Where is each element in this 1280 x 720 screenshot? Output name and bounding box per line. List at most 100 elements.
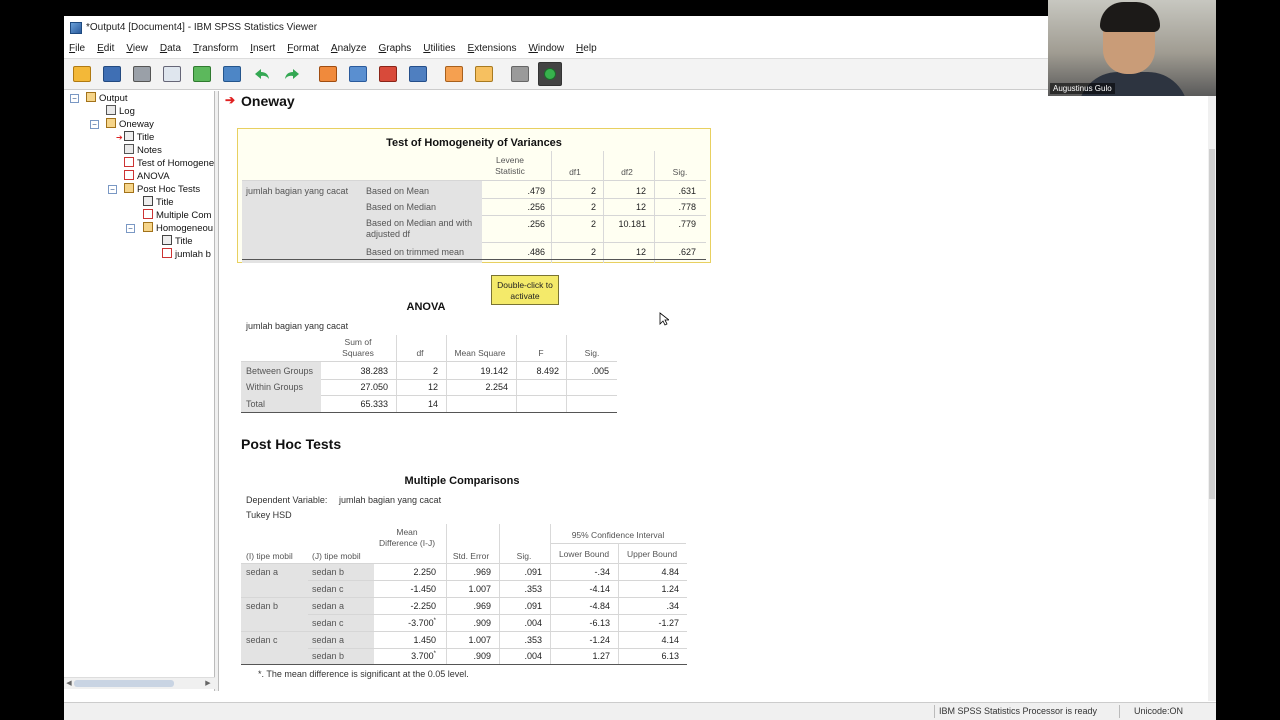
- tree-node-posthoc[interactable]: Post Hoc Tests: [124, 183, 200, 196]
- tree-node-jumlah[interactable]: jumlah b: [162, 248, 214, 261]
- tree-node-anova[interactable]: ANOVA: [124, 170, 170, 183]
- processor-status: IBM SPSS Statistics Processor is ready: [939, 706, 1098, 716]
- book-icon: [106, 118, 116, 128]
- scroll-left-icon[interactable]: ◀: [65, 679, 73, 688]
- designate-window-icon[interactable]: [442, 62, 466, 86]
- mc-row-j: sedan b: [312, 651, 345, 661]
- mc-cell: 2.250: [413, 567, 436, 577]
- mc-cell: -3.700*: [408, 618, 436, 628]
- anova-row-label: Total: [246, 399, 266, 409]
- scroll-thumb[interactable]: [1209, 149, 1215, 499]
- menu-data[interactable]: Data: [160, 43, 181, 54]
- menu-transform[interactable]: Transform: [193, 43, 238, 54]
- tree-node-log[interactable]: Log: [106, 105, 135, 118]
- mc-cell: .909: [473, 618, 491, 628]
- mc-cell: .969: [473, 601, 491, 611]
- mc-row-i: sedan b: [246, 601, 279, 611]
- undo-icon[interactable]: [250, 62, 274, 86]
- double-click-tooltip: Double-click to activate: [491, 275, 559, 305]
- table-icon: [124, 157, 134, 167]
- current-item-arrow-icon: ➔: [225, 93, 236, 107]
- mc-cell: -2.250: [410, 601, 436, 611]
- goto-case-icon[interactable]: [346, 62, 370, 86]
- levene-cell: .627: [678, 247, 696, 257]
- tree-node-oneway[interactable]: Oneway: [106, 118, 154, 131]
- menu-format[interactable]: Format: [287, 43, 319, 54]
- show-all-icon[interactable]: [508, 62, 532, 86]
- goto-data-icon[interactable]: [316, 62, 340, 86]
- anova-cell: 12: [427, 382, 438, 392]
- export-icon[interactable]: [190, 62, 214, 86]
- print-preview-icon[interactable]: [160, 62, 184, 86]
- mc-row-j: sedan c: [312, 618, 344, 628]
- table-icon: [124, 170, 134, 180]
- screen: *Output4 [Document4] - IBM SPSS Statisti…: [0, 0, 1280, 720]
- tree-node-title[interactable]: ➔ Title: [116, 131, 154, 144]
- window-title: *Output4 [Document4] - IBM SPSS Statisti…: [86, 22, 318, 33]
- notes-icon: [124, 144, 134, 154]
- save-icon[interactable]: [100, 62, 124, 86]
- collapse-toggle-output[interactable]: −: [70, 94, 79, 103]
- anova-row-label: Within Groups: [246, 382, 304, 392]
- mc-header-j: (J) tipe mobil: [312, 551, 361, 561]
- anova-cell: 27.050: [360, 382, 388, 392]
- menu-graphs[interactable]: Graphs: [378, 43, 411, 54]
- mc-cell: -1.27: [658, 618, 679, 628]
- tree-node-homogeneity[interactable]: Test of Homogene: [124, 157, 214, 170]
- menu-window[interactable]: Window: [528, 43, 564, 54]
- scroll-right-icon[interactable]: ▶: [204, 679, 212, 688]
- levene-cell: 12: [635, 202, 646, 212]
- mc-cell: .004: [524, 651, 542, 661]
- menu-edit[interactable]: Edit: [97, 43, 114, 54]
- menu-file[interactable]: File: [69, 43, 85, 54]
- mc-header-se: Std. Error: [452, 551, 490, 561]
- tree-node-output[interactable]: Output: [86, 92, 128, 105]
- scroll-thumb[interactable]: [74, 680, 174, 687]
- output-content-pane: ➔ Oneway Test of Homogeneity of Variance…: [220, 91, 1210, 701]
- pane-splitter[interactable]: [215, 91, 219, 691]
- menu-analyze[interactable]: Analyze: [331, 43, 367, 54]
- selected-arrow-icon: ➔: [116, 133, 123, 142]
- tree-node-title-3[interactable]: Title: [162, 235, 193, 248]
- levene-cell: 12: [635, 186, 646, 196]
- levene-row-label: Based on Median: [366, 202, 437, 212]
- mc-row-i: sedan c: [246, 635, 278, 645]
- variables-icon[interactable]: [406, 62, 430, 86]
- posthoc-heading: Post Hoc Tests: [241, 436, 342, 452]
- dependent-variable-label: Dependent Variable:: [246, 495, 328, 505]
- collapse-toggle-oneway[interactable]: −: [90, 120, 99, 129]
- mc-header-i: (I) tipe mobil: [246, 551, 293, 561]
- levene-cell: .631: [678, 186, 696, 196]
- print-icon[interactable]: [130, 62, 154, 86]
- levene-header-statistic: Levene Statistic: [495, 155, 525, 176]
- mc-header-sig: Sig.: [516, 551, 532, 561]
- menu-view[interactable]: View: [126, 43, 148, 54]
- goto-variable-icon[interactable]: [376, 62, 400, 86]
- collapse-toggle-homogeneous[interactable]: −: [126, 224, 135, 233]
- collapse-toggle-posthoc[interactable]: −: [108, 185, 117, 194]
- content-vertical-scrollbar[interactable]: [1208, 91, 1216, 701]
- tree-node-multiple-comparisons[interactable]: Multiple Com: [143, 209, 214, 222]
- mc-cell: -1.450: [410, 584, 436, 594]
- open-folder-icon[interactable]: [70, 62, 94, 86]
- redo-icon[interactable]: [280, 62, 304, 86]
- tree-node-title-2[interactable]: Title: [143, 196, 174, 209]
- mc-cell: .353: [524, 584, 542, 594]
- anova-cell: .005: [591, 366, 609, 376]
- tree-node-homogeneous-subsets[interactable]: Homogeneou: [143, 222, 214, 235]
- levene-row-label: Based on Mean: [366, 186, 430, 196]
- menu-extensions[interactable]: Extensions: [468, 43, 517, 54]
- anova-row-label: Between Groups: [246, 366, 314, 376]
- tree-node-notes[interactable]: Notes: [124, 144, 162, 157]
- status-bar: IBM SPSS Statistics Processor is ready U…: [64, 702, 1216, 720]
- tree-horizontal-scrollbar[interactable]: ◀ ▶: [64, 677, 215, 689]
- menu-insert[interactable]: Insert: [250, 43, 275, 54]
- menu-help[interactable]: Help: [576, 43, 597, 54]
- insert-output-icon[interactable]: [538, 62, 562, 86]
- anova-header-sig: Sig.: [584, 348, 600, 358]
- recall-dialog-icon[interactable]: [220, 62, 244, 86]
- menu-utilities[interactable]: Utilities: [423, 43, 455, 54]
- anova-cell: 19.142: [480, 366, 508, 376]
- menu-bar: File Edit View Data Transform Insert For…: [64, 39, 1216, 58]
- script-icon[interactable]: [472, 62, 496, 86]
